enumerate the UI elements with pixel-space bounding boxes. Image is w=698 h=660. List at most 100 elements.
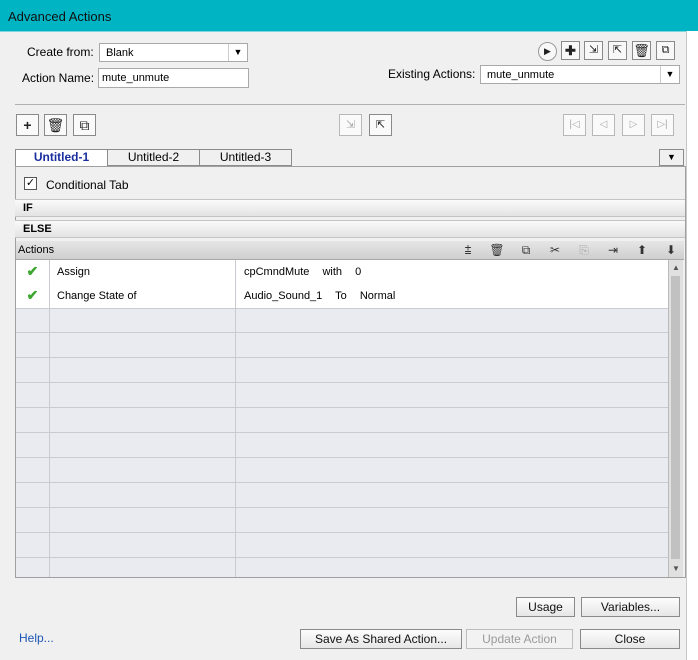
insert-below-icon[interactable]: ⇥ [605,243,621,257]
tab-untitled-3[interactable]: Untitled-3 [199,149,292,166]
duplicate-tab-button[interactable]: ⧉ [73,114,96,136]
table-row[interactable] [16,333,668,358]
table-row[interactable] [16,358,668,383]
usage-button[interactable]: Usage [516,597,575,617]
action-cell[interactable] [50,433,236,457]
target-cell[interactable] [236,533,668,557]
vertical-scrollbar[interactable]: ▲ ▼ [668,260,683,577]
action-cell[interactable] [50,458,236,482]
trash-icon[interactable]: 🗑 [632,41,651,60]
arrow-down-icon[interactable]: ⬇ [663,243,679,257]
status-cell [16,308,50,332]
target-cell[interactable] [236,508,668,532]
scroll-thumb[interactable] [671,276,680,559]
insert-row-icon[interactable]: ⩲ [460,243,476,257]
target-cell[interactable] [236,358,668,382]
target-cell[interactable] [236,308,668,332]
import-icon: ⇲ [345,119,356,131]
trash-icon[interactable]: 🗑 [489,243,505,257]
chevron-down-icon: ▼ [667,152,676,162]
table-row[interactable] [16,483,668,508]
plus-icon[interactable]: ✚ [561,41,580,60]
checkmark-icon: ✔ [16,284,50,308]
table-row[interactable] [16,383,668,408]
target-value: cpCmndMute [244,266,310,278]
status-cell [16,483,50,507]
table-row[interactable]: ✔ Change State of Audio_Sound_1 To Norma… [16,284,668,309]
conditional-checkbox[interactable]: ✓ [24,177,37,190]
import-disabled-button[interactable]: ⇲ [339,114,362,136]
delete-tab-button[interactable]: 🗑 [44,114,67,136]
tab-untitled-1[interactable]: Untitled-1 [15,149,108,167]
add-tab-button[interactable]: + [16,114,39,136]
action-cell[interactable] [50,508,236,532]
target-cell[interactable] [236,333,668,357]
status-cell [16,508,50,532]
target-cell[interactable] [236,458,668,482]
tab-list-dropdown[interactable]: ▼ [659,149,684,166]
save-shared-action-button[interactable]: Save As Shared Action... [300,629,462,649]
status-cell [16,408,50,432]
if-section-header[interactable]: IF [15,199,685,217]
operator-value: with [322,266,343,278]
variables-button[interactable]: Variables... [581,597,680,617]
action-cell[interactable] [50,308,236,332]
target-cell[interactable]: Audio_Sound_1 To Normal [236,284,668,308]
cut-icon[interactable]: ✂ [547,243,563,257]
scroll-up-icon[interactable]: ▲ [669,261,683,275]
action-cell[interactable]: Assign [50,260,236,284]
export-icon[interactable]: ⇱ [608,41,627,60]
tab-untitled-2[interactable]: Untitled-2 [107,149,200,166]
last-tab-button[interactable]: ▷| [651,114,674,136]
operator-value: To [335,290,347,302]
prev-tab-button[interactable]: ◁ [592,114,615,136]
paste-icon[interactable]: ⎘ [576,243,592,257]
table-row[interactable] [16,558,668,577]
table-row[interactable] [16,408,668,433]
action-cell[interactable] [50,533,236,557]
target-cell[interactable]: cpCmndMute with 0 [236,260,668,284]
table-row[interactable]: ✔ Assign cpCmndMute with 0 [16,260,668,285]
table-row[interactable] [16,458,668,483]
actions-header: Actions ⩲ 🗑 ⧉ ✂ ⎘ ⇥ ⬆ ⬇ [16,241,684,260]
else-section-header[interactable]: ELSE [15,220,685,238]
table-row[interactable] [16,533,668,558]
action-name-input[interactable]: mute_unmute [98,68,249,88]
scroll-down-icon[interactable]: ▼ [669,562,683,576]
table-row[interactable] [16,508,668,533]
plus-icon: + [23,117,32,133]
existing-actions-select[interactable]: mute_unmute ▼ [480,65,680,84]
copy-icon[interactable]: ⧉ [518,243,534,257]
divider [15,104,685,105]
action-cell[interactable] [50,558,236,577]
help-link[interactable]: Help... [19,631,54,645]
create-from-select[interactable]: Blank ▼ [99,43,248,62]
action-cell[interactable] [50,383,236,407]
action-cell[interactable] [50,358,236,382]
update-action-button[interactable]: Update Action [466,629,573,649]
chevron-down-icon: ▼ [228,44,247,61]
action-name-label: Action Name: [22,71,95,85]
window-title: Advanced Actions [8,9,112,24]
duplicate-icon[interactable]: ⧉ [656,41,675,60]
action-cell[interactable] [50,333,236,357]
arrow-up-icon[interactable]: ⬆ [634,243,650,257]
table-row[interactable] [16,308,668,333]
action-cell[interactable]: Change State of [50,284,236,308]
close-button[interactable]: Close [580,629,680,649]
target-cell[interactable] [236,433,668,457]
target-cell[interactable] [236,383,668,407]
next-tab-button[interactable]: ▷ [622,114,645,136]
status-cell [16,533,50,557]
target-cell[interactable] [236,558,668,577]
import-icon[interactable]: ⇲ [584,41,603,60]
chevron-down-icon: ▼ [660,66,679,83]
target-cell[interactable] [236,483,668,507]
target-cell[interactable] [236,408,668,432]
play-icon[interactable]: ▶ [538,42,557,61]
export-button[interactable]: ⇱ [369,114,392,136]
first-tab-button[interactable]: |◁ [563,114,586,136]
table-row[interactable] [16,433,668,458]
action-cell[interactable] [50,408,236,432]
action-cell[interactable] [50,483,236,507]
